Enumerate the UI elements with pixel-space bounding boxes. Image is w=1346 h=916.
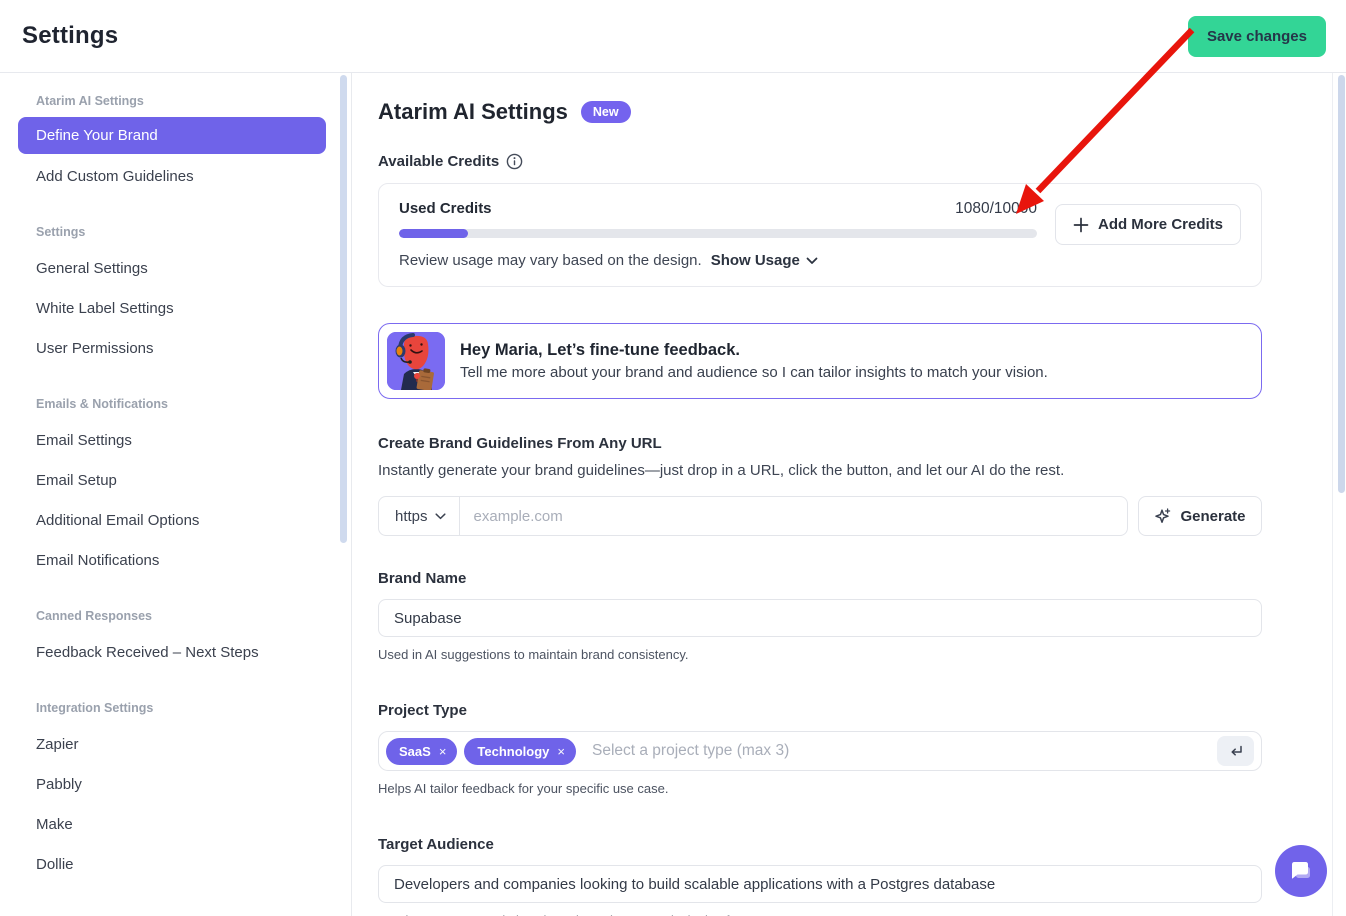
ai-assistant-banner: Hey Maria, Let’s fine-tune feedback. Tel… <box>378 323 1262 399</box>
sidebar-item-email-setup[interactable]: Email Setup <box>18 460 326 500</box>
target-audience-label: Target Audience <box>378 836 1262 853</box>
project-type-tags: SaaS × Technology × <box>386 738 576 765</box>
top-header: Settings Save changes <box>0 0 1346 73</box>
brand-name-section: Brand Name Used in AI suggestions to mai… <box>378 570 1262 662</box>
section-title-row: Atarim AI Settings New <box>378 99 1262 125</box>
sidebar-section-label: Atarim AI Settings <box>18 94 326 108</box>
credits-note: Review usage may vary based on the desig… <box>399 252 1037 269</box>
sidebar-section-label: Canned Responses <box>18 609 326 623</box>
sidebar-section-label: Settings <box>18 225 326 239</box>
remove-tag-icon[interactable]: × <box>557 744 565 759</box>
sidebar-item-email-settings[interactable]: Email Settings <box>18 420 326 460</box>
banner-subtitle: Tell me more about your brand and audien… <box>460 364 1048 381</box>
protocol-dropdown[interactable]: https <box>379 497 460 535</box>
sidebar-item-additional-email-options[interactable]: Additional Email Options <box>18 500 326 540</box>
url-guidelines-section: Create Brand Guidelines From Any URL Ins… <box>378 435 1262 536</box>
info-icon[interactable] <box>506 153 523 170</box>
enter-icon <box>1228 744 1244 758</box>
banner-title: Hey Maria, Let’s fine-tune feedback. <box>460 341 1048 360</box>
sidebar-item-make[interactable]: Make <box>18 804 326 844</box>
used-credits-label: Used Credits <box>399 200 492 217</box>
credits-progress-bar <box>399 229 1037 238</box>
target-audience-input[interactable] <box>378 865 1262 903</box>
plus-icon <box>1073 217 1089 233</box>
project-type-field[interactable]: SaaS × Technology × Select a project type (… <box>378 731 1262 771</box>
brand-name-input[interactable] <box>378 599 1262 637</box>
ai-assistant-avatar <box>387 332 445 390</box>
brand-name-label: Brand Name <box>378 570 1262 587</box>
tag-label: Technology <box>477 744 549 759</box>
sidebar-item-feedback-received-next-steps[interactable]: Feedback Received – Next Steps <box>18 632 326 672</box>
chevron-down-icon <box>806 257 818 265</box>
settings-sidebar: Atarim AI Settings Define Your BrandAdd C… <box>0 73 352 916</box>
credits-progress-fill <box>399 229 468 238</box>
sidebar-item-zapier[interactable]: Zapier <box>18 724 326 764</box>
page-scrollbar-track <box>1332 73 1333 916</box>
url-input[interactable] <box>460 508 1127 525</box>
sidebar-nav: Atarim AI Settings Define Your BrandAdd C… <box>18 94 326 884</box>
sidebar-item-general-settings[interactable]: General Settings <box>18 248 326 288</box>
target-audience-section: Target Audience AI adapts recommendation… <box>378 836 1262 916</box>
url-section-description: Instantly generate your brand guidelines… <box>378 462 1262 479</box>
save-changes-button[interactable]: Save changes <box>1188 16 1326 57</box>
chat-launcher-button[interactable] <box>1275 845 1327 897</box>
url-field: https <box>378 496 1128 536</box>
project-type-section: Project Type SaaS × Technology × Select a p… <box>378 702 1262 796</box>
sidebar-item-pabbly[interactable]: Pabbly <box>18 764 326 804</box>
brand-name-helper: Used in AI suggestions to maintain brand… <box>378 647 1262 662</box>
project-type-tag[interactable]: Technology × <box>464 738 576 765</box>
project-type-label: Project Type <box>378 702 1262 719</box>
sidebar-item-email-notifications[interactable]: Email Notifications <box>18 540 326 580</box>
chat-bubble-icon <box>1288 858 1314 884</box>
chevron-down-icon <box>435 513 446 520</box>
sidebar-item-define-your-brand[interactable]: Define Your Brand <box>18 117 326 154</box>
sparkle-icon <box>1154 507 1172 525</box>
sidebar-section-label: Emails & Notifications <box>18 397 326 411</box>
sidebar-scrollbar[interactable] <box>340 75 347 543</box>
enter-key-button[interactable] <box>1217 736 1254 766</box>
credits-usage-count: 1080/10000 <box>955 200 1037 218</box>
page-title: Settings <box>22 22 118 50</box>
remove-tag-icon[interactable]: × <box>439 744 447 759</box>
sidebar-section-label: Integration Settings <box>18 701 326 715</box>
sidebar-item-dollie[interactable]: Dollie <box>18 844 326 884</box>
sidebar-item-add-custom-guidelines[interactable]: Add Custom Guidelines <box>18 156 326 196</box>
main-panel: Atarim AI Settings New Available Credits… <box>352 73 1346 916</box>
project-type-placeholder: Select a project type (max 3) <box>592 742 1210 760</box>
tag-label: SaaS <box>399 744 431 759</box>
new-badge: New <box>581 101 631 124</box>
credits-card: Used Credits 1080/10000 Review usage may… <box>378 183 1262 287</box>
sidebar-item-user-permissions[interactable]: User Permissions <box>18 328 326 368</box>
add-more-credits-button[interactable]: Add More Credits <box>1055 204 1241 245</box>
available-credits-label: Available Credits <box>378 153 1262 170</box>
page-scrollbar[interactable] <box>1338 75 1345 493</box>
generate-button[interactable]: Generate <box>1138 496 1262 536</box>
show-usage-toggle[interactable]: Show Usage <box>711 252 818 269</box>
section-title: Atarim AI Settings <box>378 99 568 125</box>
project-type-helper: Helps AI tailor feedback for your specif… <box>378 781 1262 796</box>
project-type-tag[interactable]: SaaS × <box>386 738 457 765</box>
sidebar-item-white-label-settings[interactable]: White Label Settings <box>18 288 326 328</box>
url-section-title: Create Brand Guidelines From Any URL <box>378 435 1262 452</box>
